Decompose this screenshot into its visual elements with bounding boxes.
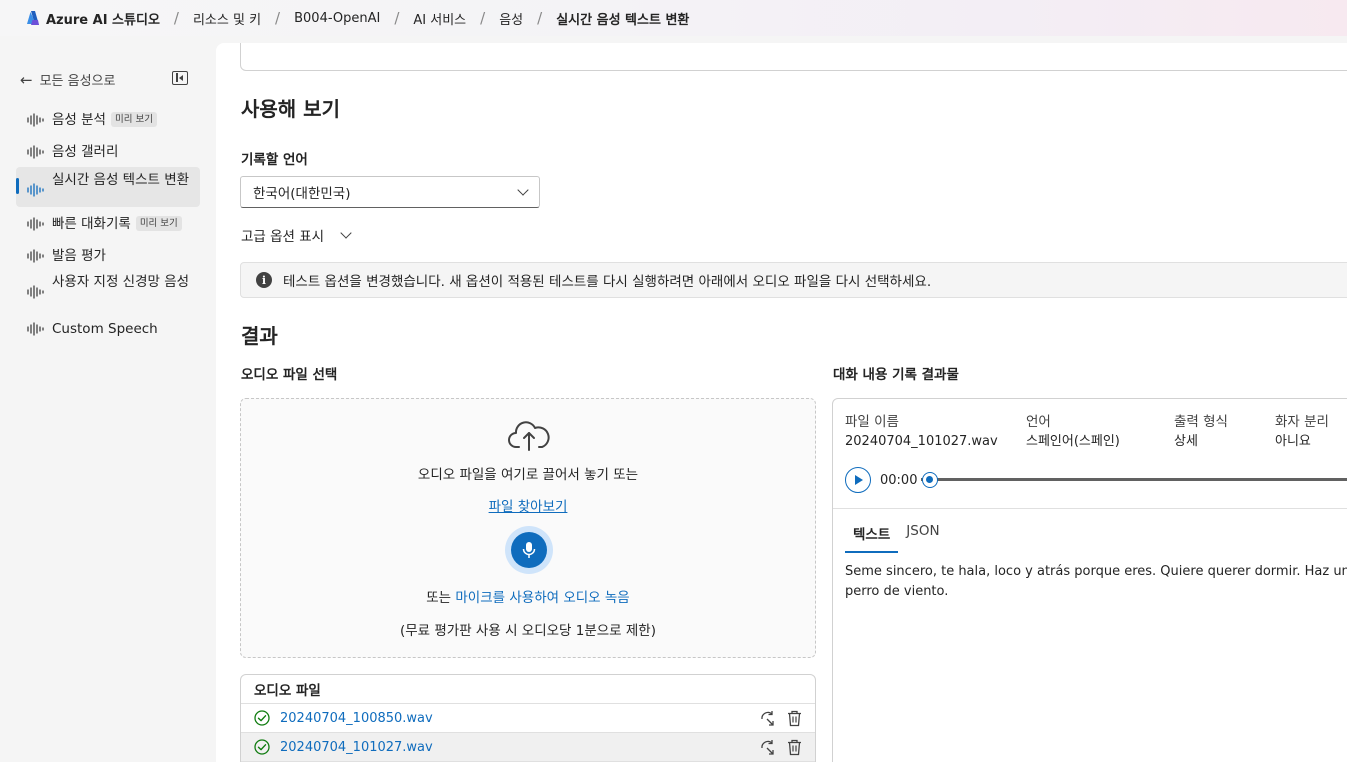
transcript-text: Seme sincero, te hala, loco y atrás porq… — [845, 564, 1347, 599]
waveform-icon — [27, 113, 44, 127]
select-audio-label: 오디오 파일 선택 — [241, 367, 338, 383]
sidebar: ← 모든 음성으로 음성 분석 미리 보기 음성 갤러리 실시간 음성 텍스트 변… — [0, 36, 214, 762]
tab-json[interactable]: JSON — [898, 521, 947, 553]
language-value: 한국어(대한민국) — [253, 186, 351, 202]
drag-drop-text: 오디오 파일을 여기로 끌어서 놓기 또는 — [417, 467, 639, 483]
azure-ai-logo-icon — [27, 11, 39, 25]
top-header: Azure AI 스튜디오 / 리소스 및 키 / B004-OpenAI / … — [0, 0, 1347, 36]
seek-bar[interactable] — [921, 478, 1347, 481]
audio-files-header: 오디오 파일 — [241, 675, 815, 704]
audio-dropzone[interactable]: 오디오 파일을 여기로 끌어서 놓기 또는 파일 찾아보기 또는 마이크를 사용… — [240, 398, 816, 658]
collapse-sidebar-icon[interactable] — [172, 71, 188, 85]
rerun-icon[interactable] — [759, 739, 776, 756]
language-label: 기록할 언어 — [241, 152, 308, 168]
back-label: 모든 음성으로 — [39, 74, 116, 89]
meta-output-format: 출력 형식 상세 — [1174, 414, 1228, 449]
success-check-icon — [254, 739, 270, 755]
playback-time: 00:00 — [880, 472, 918, 488]
info-message-text: 테스트 옵션을 변경했습니다. 새 옵션이 적용된 테스트를 다시 실행하려면 … — [283, 274, 932, 290]
breadcrumb-separator: / — [480, 9, 486, 27]
sidebar-item-speech-analytics[interactable]: 음성 분석 미리 보기 — [16, 107, 200, 133]
meta-diarization: 화자 분리 아니요 — [1275, 414, 1329, 449]
try-it-title: 사용해 보기 — [241, 97, 340, 121]
waveform-icon — [27, 285, 44, 299]
result-tabs: 텍스트 JSON — [845, 521, 948, 553]
breadcrumb-separator: / — [537, 9, 543, 27]
waveform-icon — [27, 183, 44, 197]
info-message-bar: i 테스트 옵션을 변경했습니다. 새 옵션이 적용된 테스트를 다시 실행하려… — [240, 262, 1347, 298]
breadcrumb-speech[interactable]: 음성 — [499, 9, 523, 28]
arrow-left-icon: ← — [20, 70, 33, 89]
audio-player: 00:00 — [845, 467, 917, 493]
browse-files-link[interactable]: 파일 찾아보기 — [489, 499, 568, 515]
back-to-all-speech-link[interactable]: ← 모든 음성으로 — [20, 70, 116, 90]
breadcrumb-resources[interactable]: 리소스 및 키 — [193, 9, 261, 28]
tab-text[interactable]: 텍스트 — [845, 521, 899, 553]
chevron-down-icon — [340, 227, 352, 239]
sidebar-item-label: Custom Speech — [52, 321, 158, 337]
sidebar-item-label: 발음 평가 — [52, 248, 106, 264]
divider — [833, 508, 1347, 509]
sidebar-item-label: 음성 갤러리 — [52, 144, 119, 160]
preview-badge: 미리 보기 — [135, 216, 182, 231]
breadcrumb-current: 실시간 음성 텍스트 변환 — [556, 12, 690, 28]
breadcrumb-separator: / — [173, 9, 179, 27]
table-row-selected[interactable]: 20240704_101027.wav — [241, 733, 815, 762]
record-with-mic-link[interactable]: 마이크를 사용하여 오디오 녹음 — [455, 590, 629, 606]
transcript-card: 파일 이름 20240704_101027.wav 언어 스페인어(스페인) 출… — [832, 398, 1347, 762]
info-icon: i — [256, 272, 272, 288]
upper-card — [240, 43, 1347, 71]
file-name-link[interactable]: 20240704_101027.wav — [280, 740, 433, 755]
success-check-icon — [254, 710, 270, 726]
breadcrumb-separator: / — [275, 9, 281, 27]
sidebar-item-voice-gallery[interactable]: 음성 갤러리 — [16, 139, 200, 165]
sidebar-item-fast-transcription[interactable]: 빠른 대화기록 미리 보기 — [16, 211, 200, 237]
main-panel: 사용해 보기 기록할 언어 한국어(대한민국) 고급 옵션 표시 i 테스트 옵… — [216, 43, 1347, 762]
sidebar-item-pronunciation[interactable]: 발음 평가 — [16, 243, 200, 269]
sidebar-item-label: 빠른 대화기록 미리 보기 — [52, 215, 182, 233]
sidebar-item-label: 사용자 지정 신경망 음성 — [52, 274, 190, 290]
language-dropdown[interactable]: 한국어(대한민국) — [240, 176, 540, 208]
rerun-icon[interactable] — [759, 710, 776, 727]
brand-link[interactable]: Azure AI 스튜디오 — [46, 9, 160, 28]
breadcrumb-separator: / — [394, 9, 400, 27]
waveform-icon — [27, 217, 44, 231]
waveform-icon — [27, 145, 44, 159]
microphone-icon — [522, 542, 536, 558]
chevron-down-icon — [517, 184, 529, 196]
breadcrumb-resource-name[interactable]: B004-OpenAI — [294, 11, 380, 26]
waveform-icon — [27, 322, 44, 336]
audio-files-table: 오디오 파일 20240704_100850.wav 20240704_1010… — [240, 674, 816, 762]
sidebar-item-custom-speech[interactable]: Custom Speech — [16, 316, 200, 342]
sidebar-item-custom-neural-voice[interactable]: 사용자 지정 신경망 음성 — [16, 269, 200, 309]
waveform-icon — [27, 249, 44, 263]
transcript-label: 대화 내용 기록 결과물 — [833, 367, 959, 383]
advanced-options-toggle[interactable]: 고급 옵션 표시 — [241, 225, 352, 245]
delete-icon[interactable] — [786, 710, 803, 727]
play-button[interactable] — [845, 467, 871, 493]
sidebar-item-realtime-stt[interactable]: 실시간 음성 텍스트 변환 — [16, 167, 200, 207]
delete-icon[interactable] — [786, 739, 803, 756]
or-text: 또는 — [426, 590, 456, 606]
sidebar-item-label: 실시간 음성 텍스트 변환 — [52, 172, 190, 188]
play-icon — [855, 475, 863, 485]
results-title: 결과 — [241, 324, 278, 348]
meta-file-name: 파일 이름 20240704_101027.wav — [845, 414, 998, 449]
advanced-options-label: 고급 옵션 표시 — [241, 229, 325, 245]
record-microphone-button[interactable] — [505, 526, 553, 574]
breadcrumb-ai-services[interactable]: AI 서비스 — [413, 9, 466, 28]
seek-handle[interactable] — [922, 472, 938, 488]
breadcrumb: Azure AI 스튜디오 / 리소스 및 키 / B004-OpenAI / … — [46, 9, 689, 28]
file-name-link[interactable]: 20240704_100850.wav — [280, 711, 433, 726]
limit-text: (무료 평가판 사용 시 오디오당 1분으로 제한) — [399, 623, 656, 639]
cloud-upload-icon — [508, 421, 550, 451]
preview-badge: 미리 보기 — [110, 112, 157, 127]
meta-language: 언어 스페인어(스페인) — [1026, 414, 1120, 449]
table-row[interactable]: 20240704_100850.wav — [241, 704, 815, 733]
sidebar-item-label: 음성 분석 미리 보기 — [52, 111, 157, 129]
